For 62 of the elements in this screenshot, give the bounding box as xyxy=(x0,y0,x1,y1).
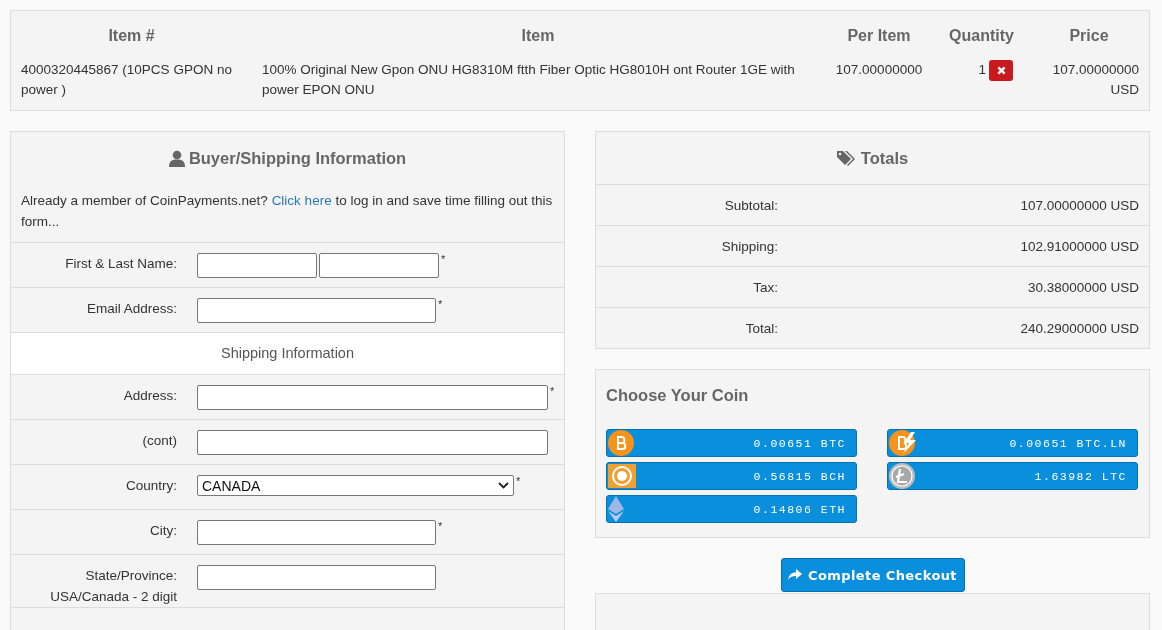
total-label: Total: xyxy=(744,320,778,336)
chevron-icon xyxy=(498,482,509,489)
field-label: Address: xyxy=(122,387,177,405)
table-cell-text: 4000320445867 (10PCS GPON no power ) xyxy=(20,61,233,99)
remove-button[interactable] xyxy=(989,60,1013,81)
coin-button[interactable]: 0.00651 BTC.LN xyxy=(887,429,1138,457)
total-label: Tax: xyxy=(752,279,778,295)
coin-button[interactable]: 0.14806 ETH xyxy=(606,495,857,523)
required-mark: * xyxy=(441,253,446,265)
close-icon xyxy=(996,66,1006,75)
text-field[interactable] xyxy=(319,253,439,278)
login-link[interactable]: Click here xyxy=(271,193,332,208)
coin-button[interactable]: 0.56815 BCH xyxy=(606,462,857,490)
table-cell-text: 107.00000000 USD xyxy=(1051,61,1140,99)
column-header: Quantity xyxy=(948,26,1015,46)
coin-icon xyxy=(889,430,917,456)
field-note: USA/Canada - 2 digit xyxy=(49,588,177,606)
panel-title: Buyer/Shipping Information xyxy=(188,148,407,168)
checkout-button[interactable]: Complete Checkout xyxy=(780,558,965,592)
required-mark: * xyxy=(438,298,443,310)
section-heading: Shipping Information xyxy=(11,333,564,375)
coin-icon xyxy=(608,496,624,522)
total-value: 107.00000000 USD xyxy=(1019,197,1140,213)
required-mark: * xyxy=(550,385,555,397)
field-label: State/Province: xyxy=(84,567,177,585)
field-label: Country: xyxy=(124,477,177,495)
person-icon xyxy=(168,149,185,167)
field-label: First & Last Name: xyxy=(64,255,177,273)
total-value: 240.29000000 USD xyxy=(1019,320,1140,336)
total-value: 30.38000000 USD xyxy=(1026,279,1140,295)
column-header: Item # xyxy=(107,26,156,46)
field-label: (cont) xyxy=(141,432,177,450)
share-arrow-icon xyxy=(788,569,802,581)
panel-title: Choose Your Coin xyxy=(606,386,750,405)
panel-title: Totals xyxy=(860,148,909,168)
required-mark: * xyxy=(438,520,443,532)
column-header: Price xyxy=(1068,26,1110,46)
text-field[interactable] xyxy=(197,520,436,545)
quantity-value: 1 xyxy=(978,61,986,79)
coin-icon xyxy=(608,430,634,456)
coin-button[interactable]: 0.00651 BTC xyxy=(606,429,857,457)
country-dropdown[interactable]: CANADA xyxy=(197,475,514,496)
text-field[interactable] xyxy=(197,430,548,455)
total-label: Shipping: xyxy=(720,238,778,254)
table-cell-text: 100% Original New Gpon ONU HG8310M ftth Fiber Optic HG8010H ont Router 1GE with power EPON ONU xyxy=(261,61,796,99)
column-header: Item xyxy=(520,26,556,46)
total-label: Subtotal: xyxy=(723,197,778,213)
table-cell-text: 107.00000000 xyxy=(834,61,924,79)
total-value: 102.91000000 USD xyxy=(1019,238,1140,254)
field-label: City: xyxy=(149,522,177,540)
text-field[interactable] xyxy=(197,385,548,410)
coin-button[interactable]: 1.63982 LTC xyxy=(887,462,1138,490)
field-label: Email Address: xyxy=(85,300,177,318)
required-mark: * xyxy=(516,475,521,487)
column-header: Per Item xyxy=(846,26,912,46)
coin-icon xyxy=(608,464,636,488)
tags-icon xyxy=(836,150,857,166)
coin-icon xyxy=(889,463,915,489)
login-prompt: Already a member of CoinPayments.net? Click here to log in and save time filling out this form... xyxy=(11,184,564,243)
text-field[interactable] xyxy=(197,565,436,590)
text-field[interactable] xyxy=(197,253,317,278)
text-field[interactable] xyxy=(197,298,436,323)
